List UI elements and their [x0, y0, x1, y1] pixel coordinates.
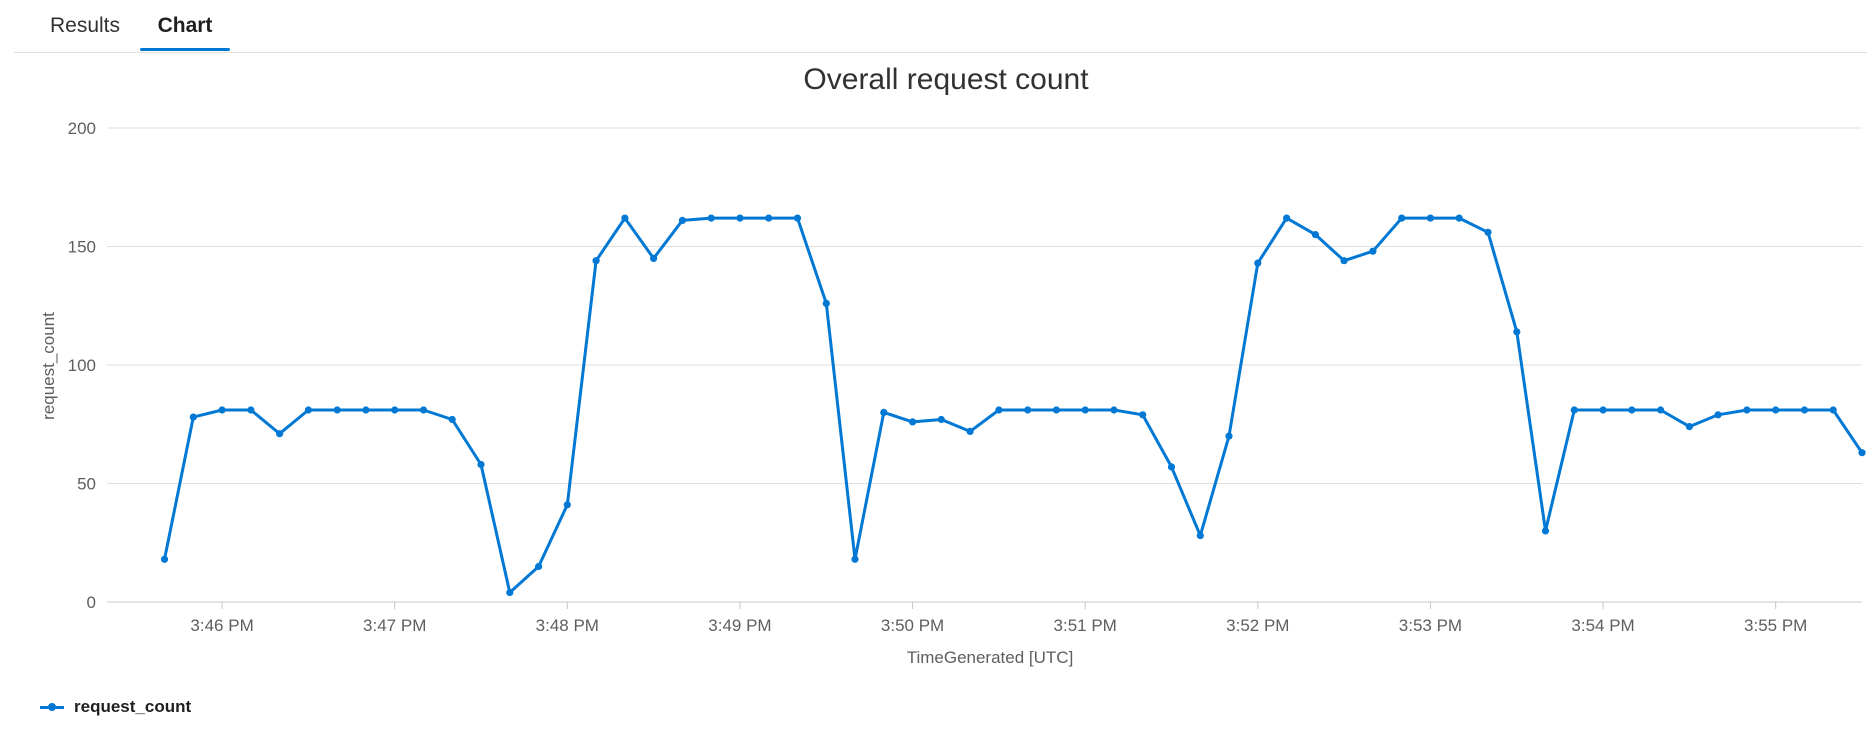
data-point[interactable] — [736, 214, 744, 222]
x-tick-label: 3:53 PM — [1399, 616, 1462, 635]
data-point[interactable] — [276, 430, 284, 438]
series-line — [163, 216, 1864, 594]
x-tick-label: 3:52 PM — [1226, 616, 1289, 635]
data-point[interactable] — [966, 427, 974, 435]
data-point[interactable] — [707, 214, 715, 222]
data-point[interactable] — [592, 257, 600, 265]
data-point[interactable] — [793, 214, 802, 222]
data-point[interactable] — [822, 299, 830, 307]
data-point[interactable] — [1657, 406, 1665, 414]
x-axis: 3:46 PM 3:47 PM 3:48 PM 3:49 PM 3:50 PM 3:51 … — [107, 601, 1862, 635]
y-axis-label: request_count — [39, 312, 58, 420]
data-point[interactable] — [765, 214, 773, 222]
data-point[interactable] — [304, 406, 312, 414]
data-point[interactable] — [1858, 449, 1866, 457]
data-point[interactable] — [1196, 532, 1204, 540]
data-point[interactable] — [1800, 406, 1809, 414]
data-point[interactable] — [1714, 411, 1722, 419]
data-point[interactable] — [189, 413, 197, 421]
data-point[interactable] — [477, 460, 485, 469]
data-point[interactable] — [650, 254, 658, 262]
x-axis-label: TimeGenerated [UTC] — [907, 648, 1074, 667]
x-tick-label: 3:55 PM — [1744, 616, 1807, 635]
data-point[interactable] — [1225, 432, 1233, 440]
data-point[interactable] — [160, 555, 169, 563]
legend-swatch-icon — [40, 696, 64, 718]
y-tick-label-0: 0 — [87, 593, 96, 612]
x-tick-label: 3:51 PM — [1054, 616, 1117, 635]
data-point[interactable] — [880, 408, 888, 416]
data-point[interactable] — [448, 415, 456, 424]
data-point[interactable] — [218, 406, 226, 414]
line-chart: Overall request count 0 50 100 150 200 3:46 … — [39, 63, 1866, 667]
data-point[interactable] — [937, 415, 945, 424]
data-point[interactable] — [1772, 406, 1780, 414]
data-point[interactable] — [1455, 214, 1463, 222]
data-point[interactable] — [1628, 406, 1636, 414]
y-tick-label-200: 200 — [68, 119, 96, 138]
data-point[interactable] — [1369, 247, 1377, 255]
data-point[interactable] — [1426, 214, 1434, 222]
data-point[interactable] — [1599, 406, 1607, 414]
data-point[interactable] — [247, 406, 255, 414]
data-point[interactable] — [362, 406, 370, 414]
x-tick-label: 3:46 PM — [190, 616, 253, 635]
data-point[interactable] — [1254, 259, 1262, 267]
data-point[interactable] — [1081, 406, 1089, 414]
data-point[interactable] — [621, 214, 629, 222]
y-tick-label-100: 100 — [68, 356, 96, 375]
data-point[interactable] — [1398, 214, 1406, 222]
data-point[interactable] — [535, 562, 543, 571]
x-tick-label: 3:48 PM — [536, 616, 599, 635]
data-point[interactable] — [1570, 406, 1578, 414]
x-tick-label: 3:50 PM — [881, 616, 944, 635]
data-point[interactable] — [419, 406, 428, 414]
data-point[interactable] — [909, 418, 917, 426]
data-point[interactable] — [1110, 406, 1118, 414]
data-point[interactable] — [678, 216, 687, 224]
chart-title: Overall request count — [803, 63, 1089, 96]
legend-label: request_count — [74, 697, 192, 716]
data-point[interactable] — [1052, 406, 1060, 414]
y-tick-label-50: 50 — [77, 475, 96, 494]
data-point[interactable] — [333, 406, 341, 414]
data-point[interactable] — [1340, 257, 1348, 265]
series-request-count — [160, 214, 1866, 597]
data-point[interactable] — [506, 588, 514, 597]
data-point[interactable] — [995, 406, 1003, 414]
data-point[interactable] — [1283, 214, 1291, 222]
x-tick-label: 3:47 PM — [363, 616, 426, 635]
gridlines — [107, 127, 1862, 603]
y-tick-label-150: 150 — [68, 238, 96, 257]
x-tick-label: 3:54 PM — [1571, 616, 1634, 635]
data-point[interactable] — [1311, 231, 1319, 239]
x-tick-label: 3:49 PM — [708, 616, 771, 635]
y-axis-ticks: 0 50 100 150 200 — [68, 119, 96, 612]
legend-item-request-count[interactable]: request_count — [40, 696, 191, 718]
data-point[interactable] — [1743, 406, 1751, 414]
data-point[interactable] — [1484, 228, 1492, 236]
data-point[interactable] — [563, 501, 571, 509]
data-point[interactable] — [391, 406, 399, 414]
data-point[interactable] — [1024, 406, 1032, 414]
data-point[interactable] — [1513, 328, 1521, 336]
data-point[interactable] — [1541, 527, 1550, 535]
data-point[interactable] — [851, 555, 859, 563]
data-point[interactable] — [1829, 406, 1837, 414]
data-point[interactable] — [1167, 463, 1176, 471]
data-point[interactable] — [1139, 411, 1147, 419]
data-point[interactable] — [1685, 423, 1693, 431]
